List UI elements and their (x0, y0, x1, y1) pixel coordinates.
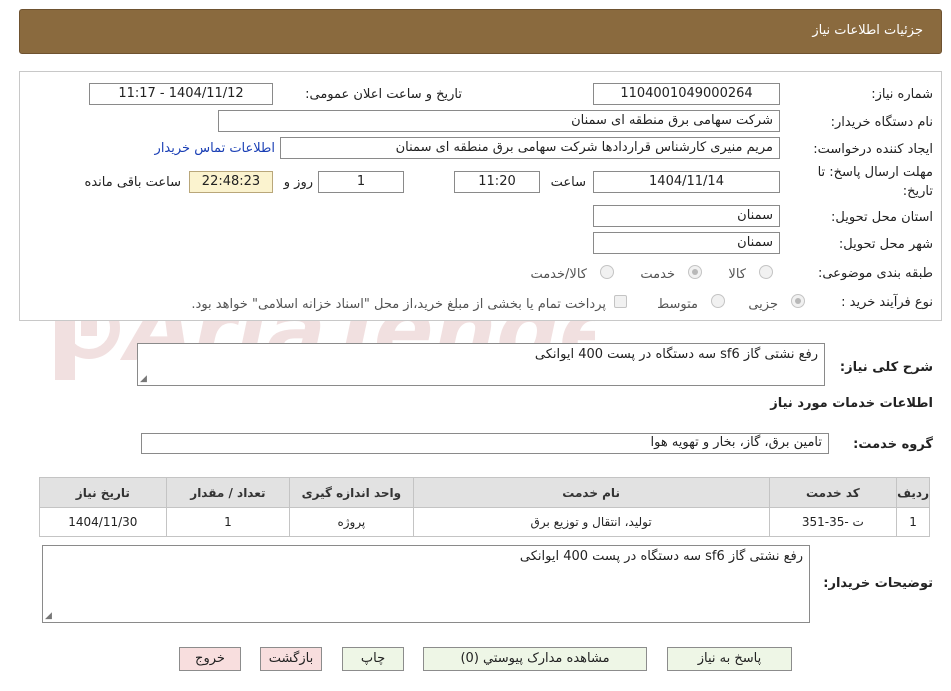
remaining-label: ساعت باقی مانده (84, 175, 181, 190)
deadline-time-field[interactable]: 11:20 (454, 171, 540, 193)
category-option-goods-service: کالا/خدمت (530, 267, 587, 282)
category-radio-goods-service[interactable] (600, 265, 614, 279)
purchase-option-minor: جزیی (748, 297, 778, 312)
deadline-label: مهلت ارسال پاسخ: تا (817, 165, 933, 180)
summary-textarea[interactable]: رفع نشتی گاز sf6 سه دستگاه در پست 400 ای… (137, 343, 825, 386)
days-label: روز و (283, 175, 313, 190)
creator-field[interactable]: مریم منیری کارشناس قراردادها شرکت سهامی … (280, 137, 780, 159)
services-table-header: ردیف کد خدمت نام خدمت واحد اندازه گیری ت… (39, 477, 930, 508)
info-panel (19, 71, 942, 321)
remaining-time-field: 22:48:23 (189, 171, 273, 193)
cell-need-date: 1404/11/30 (39, 507, 167, 537)
resize-grip-icon[interactable]: ◢ (140, 374, 147, 384)
province-label: استان محل تحویل: (831, 210, 933, 225)
col-service-name: نام خدمت (412, 477, 770, 508)
creator-label: ایجاد کننده درخواست: (813, 142, 933, 157)
cell-row: 1 (896, 507, 930, 537)
purchase-option-medium: متوسط (657, 297, 698, 312)
city-field[interactable]: سمنان (593, 232, 780, 254)
buyer-org-field[interactable]: شرکت سهامی برق منطقه ای سمنان (218, 110, 780, 132)
category-option-goods: کالا (728, 267, 746, 282)
reply-button[interactable]: پاسخ به نیاز (667, 647, 792, 671)
purchase-type-label: نوع فرآیند خرید : (841, 295, 933, 310)
cell-service-code: ت -35-351 (768, 507, 898, 537)
buyer-notes-label: توضیحات خریدار: (823, 576, 933, 591)
category-label: طبقه بندی موضوعی: (817, 266, 933, 281)
need-number-label: شماره نیاز: (871, 87, 933, 102)
print-button[interactable]: چاپ (342, 647, 404, 671)
services-table: ردیف کد خدمت نام خدمت واحد اندازه گیری ت… (39, 477, 930, 537)
purchase-radio-medium[interactable] (711, 294, 725, 308)
buyer-notes-text: رفع نشتی گاز sf6 سه دستگاه در پست 400 ای… (519, 549, 803, 564)
page-header: جزئیات اطلاعات نیاز (19, 9, 942, 54)
cell-quantity: 1 (165, 507, 291, 537)
deadline-date-field[interactable]: 1404/11/14 (593, 171, 780, 193)
col-service-code: کد خدمت (768, 477, 898, 508)
col-need-date: تاریخ نیاز (39, 477, 167, 508)
category-radio-service[interactable] (688, 265, 702, 279)
back-button[interactable]: بازگشت (260, 647, 322, 671)
deadline-time-label: ساعت (550, 175, 586, 190)
province-field[interactable]: سمنان (593, 205, 780, 227)
buyer-org-label: نام دستگاه خریدار: (830, 115, 933, 130)
city-label: شهر محل تحویل: (838, 237, 933, 252)
table-row[interactable]: 1 ت -35-351 تولید، انتقال و توزیع برق پر… (39, 507, 930, 537)
col-quantity: تعداد / مقدار (165, 477, 291, 508)
treasury-checkbox[interactable] (614, 295, 627, 308)
announce-date-field[interactable]: 1404/11/12 - 11:17 (89, 83, 273, 105)
buyer-contact-link[interactable]: اطلاعات تماس خریدار (155, 141, 275, 156)
category-option-service: خدمت (640, 267, 675, 282)
exit-button[interactable]: خروج (179, 647, 241, 671)
category-radio-goods[interactable] (759, 265, 773, 279)
summary-label: شرح کلی نیاز: (839, 360, 933, 375)
page-title: جزئیات اطلاعات نیاز (812, 23, 923, 38)
purchase-radio-minor[interactable] (791, 294, 805, 308)
treasury-note: پرداخت تمام یا بخشی از مبلغ خرید،از محل … (191, 297, 606, 312)
need-number-field[interactable]: 1104001049000264 (593, 83, 780, 105)
services-section-title: اطلاعات خدمات مورد نیاز (770, 396, 933, 411)
announce-date-label: تاریخ و ساعت اعلان عمومی: (305, 87, 462, 102)
view-attachments-button[interactable]: مشاهده مدارک پیوستي (0) (423, 647, 647, 671)
buyer-notes-textarea[interactable]: رفع نشتی گاز sf6 سه دستگاه در پست 400 ای… (42, 545, 810, 623)
col-row: ردیف (896, 477, 930, 508)
service-group-label: گروه خدمت: (853, 437, 933, 452)
deadline-label-date: تاریخ: (902, 184, 933, 199)
resize-grip-icon[interactable]: ◢ (45, 611, 52, 621)
cell-unit: پروژه (289, 507, 414, 537)
col-unit: واحد اندازه گیری (289, 477, 414, 508)
remaining-days-field[interactable]: 1 (318, 171, 404, 193)
summary-text: رفع نشتی گاز sf6 سه دستگاه در پست 400 ای… (534, 347, 818, 362)
service-group-field[interactable]: تامین برق، گاز، بخار و تهویه هوا (141, 433, 829, 454)
cell-service-name: تولید، انتقال و توزیع برق (412, 507, 770, 537)
